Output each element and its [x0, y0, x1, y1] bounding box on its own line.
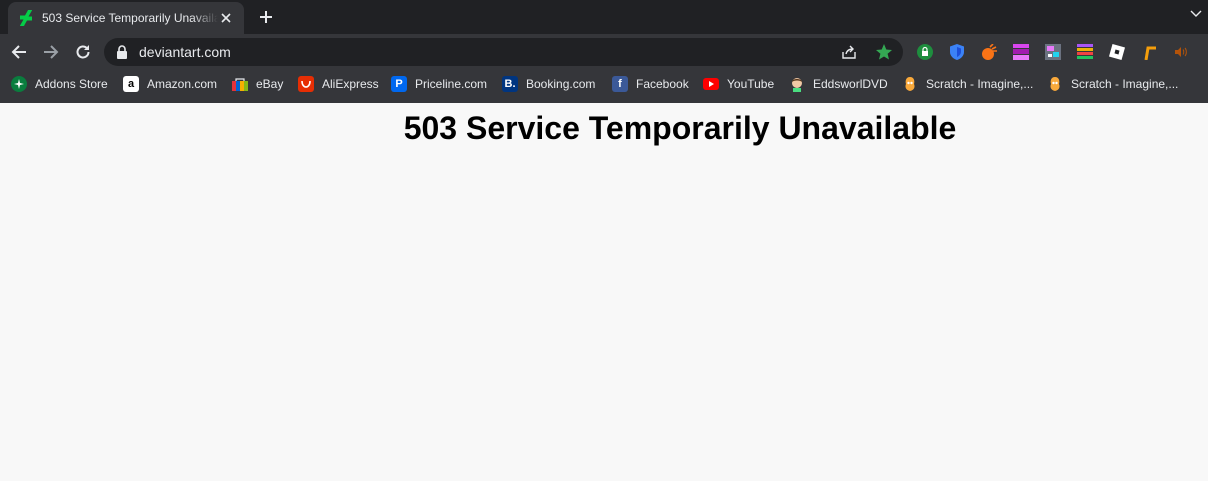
share-icon[interactable]: [841, 44, 857, 60]
bookmark-eddsworld[interactable]: EddsworlDVD: [789, 74, 888, 94]
facebook-icon: f: [612, 76, 628, 92]
orange-hand-extension-icon[interactable]: [980, 43, 998, 61]
bookmark-aliexpress[interactable]: AliExpress: [298, 74, 379, 94]
bookmark-label: Booking.com: [526, 77, 596, 91]
bookmark-amazon[interactable]: a Amazon.com: [123, 74, 217, 94]
tab-strip: 503 Service Temporarily Unavailable: [0, 0, 1208, 34]
bookmark-label: EddsworlDVD: [813, 77, 888, 91]
new-tab-icon[interactable]: [256, 7, 276, 27]
rainbow-extension-icon[interactable]: [1076, 43, 1094, 61]
scratch-icon: [902, 76, 918, 92]
amazon-icon: a: [123, 76, 139, 92]
shield-extension-icon[interactable]: [948, 43, 966, 61]
bookmark-label: Scratch - Imagine,...: [1071, 77, 1179, 91]
addons-store-icon: [11, 76, 27, 92]
ebay-icon: [232, 76, 248, 92]
tab-search-chevron-icon[interactable]: [1188, 6, 1204, 22]
bookmark-label: Amazon.com: [147, 77, 218, 91]
bookmark-addons-store[interactable]: Addons Store: [11, 74, 108, 94]
bookmark-label: YouTube: [727, 77, 775, 91]
close-tab-icon[interactable]: [218, 10, 234, 26]
scratch-icon: [1047, 76, 1063, 92]
reload-icon[interactable]: [71, 40, 95, 64]
deviantart-logo-icon: [18, 10, 34, 26]
aliexpress-icon: [298, 76, 314, 92]
bookmark-label: Addons Store: [35, 77, 108, 91]
booking-icon: B.: [502, 76, 518, 92]
bookmark-facebook[interactable]: f Facebook: [612, 74, 689, 94]
orange-f-extension-icon[interactable]: [1140, 43, 1158, 61]
toolbar: deviantart.com: [0, 34, 1208, 70]
bookmark-label: AliExpress: [322, 77, 379, 91]
bookmark-youtube[interactable]: YouTube: [703, 74, 774, 94]
priceline-icon: P: [391, 76, 407, 92]
bookmark-scratch-1[interactable]: Scratch - Imagine,...: [902, 74, 1033, 94]
url-text[interactable]: deviantart.com: [139, 44, 231, 60]
bookmark-booking[interactable]: B. Booking.com: [502, 74, 595, 94]
bookmark-label: Facebook: [636, 77, 689, 91]
address-bar[interactable]: deviantart.com: [104, 38, 903, 66]
audio-extension-icon[interactable]: [1172, 43, 1190, 61]
bookmark-label: eBay: [256, 77, 284, 91]
bookmark-star-icon[interactable]: [875, 43, 893, 61]
active-tab[interactable]: 503 Service Temporarily Unavailable: [8, 2, 244, 34]
youtube-icon: [703, 76, 719, 92]
forward-arrow-icon[interactable]: [39, 40, 63, 64]
lock-icon[interactable]: [116, 45, 130, 59]
bookmark-scratch-2[interactable]: Scratch - Imagine,...: [1047, 74, 1178, 94]
bookmarks-bar: Addons Store a Amazon.com eBay AliExpres…: [0, 70, 1208, 98]
bookmark-priceline[interactable]: P Priceline.com: [391, 74, 487, 94]
bookmark-label: Priceline.com: [415, 77, 488, 91]
bookmark-ebay[interactable]: eBay: [232, 74, 283, 94]
eddsworld-icon: [789, 76, 805, 92]
magenta-extension-icon[interactable]: [1012, 43, 1030, 61]
bookmark-label: Scratch - Imagine,...: [926, 77, 1034, 91]
browser-chrome: 503 Service Temporarily Unavailable devi…: [0, 0, 1208, 103]
roblox-extension-icon[interactable]: [1108, 43, 1126, 61]
glitch-extension-icon[interactable]: [1044, 43, 1062, 61]
back-arrow-icon[interactable]: [7, 40, 31, 64]
tab-title: 503 Service Temporarily Unavailable: [42, 11, 218, 25]
page-title: 503 Service Temporarily Unavailable: [403, 110, 957, 146]
password-lock-extension-icon[interactable]: [916, 43, 934, 61]
